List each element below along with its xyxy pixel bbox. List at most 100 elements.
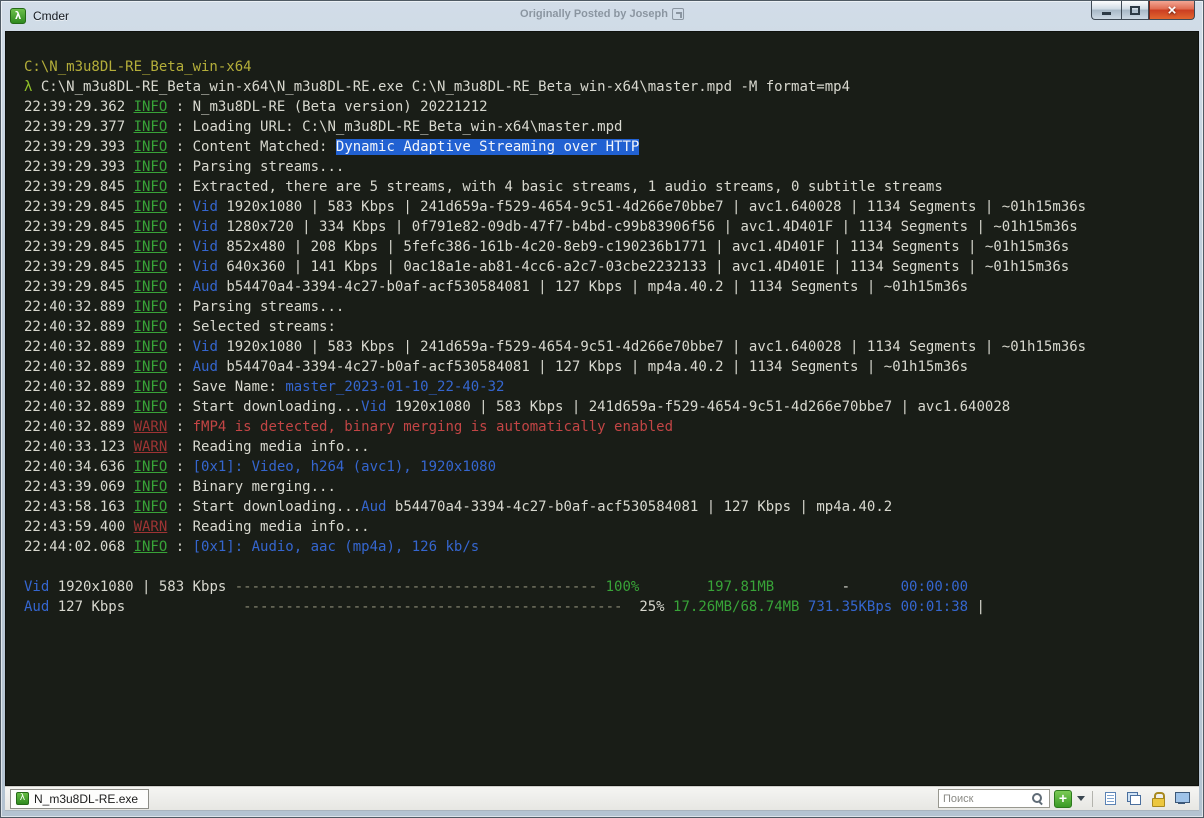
terminal-segment: 22:40:32.889 [24, 379, 134, 395]
terminal-segment: Parsing streams... [192, 299, 345, 315]
lock-icon [1152, 792, 1165, 807]
terminal-segment: master_2023-01-10_22-40-32 [285, 379, 505, 395]
view-post-icon [671, 8, 684, 20]
windows-mode-icon [1127, 792, 1141, 805]
terminal-segment: : [167, 479, 193, 495]
terminal-segment: | [968, 599, 985, 615]
terminal-segment: Vid [192, 199, 218, 215]
tabs-list-button[interactable] [1100, 789, 1120, 809]
terminal-segment: : [167, 239, 193, 255]
terminal-segment: INFO [133, 379, 168, 395]
new-console-button[interactable]: + [1054, 789, 1072, 808]
maximize-button[interactable] [1121, 1, 1149, 20]
terminal-segment: Aud [361, 499, 387, 515]
window-controls: × [1091, 1, 1195, 20]
terminal-line: Aud 127 Kbps ---------------------------… [24, 597, 1192, 617]
terminal-segment: Aud [24, 599, 50, 615]
terminal-line: 22:43:59.400 WARN : Reading media info..… [24, 517, 1192, 537]
terminal-segment: Vid [192, 219, 218, 235]
terminal-segment: 22:44:02.068 [24, 539, 134, 555]
terminal-segment: Vid [361, 399, 387, 415]
terminal-segment: : [167, 459, 193, 475]
terminal-segment: INFO [133, 279, 168, 295]
terminal-segment: 22:40:32.889 [24, 299, 134, 315]
terminal-line: λ C:\N_m3u8DL-RE_Beta_win-x64\N_m3u8DL-R… [24, 77, 1192, 97]
minimize-button[interactable] [1091, 1, 1121, 20]
search-icon[interactable] [1031, 792, 1044, 805]
terminal-line: 22:39:29.845 INFO : Vid 852x480 | 208 Kb… [24, 237, 1192, 257]
terminal-segment: INFO [133, 259, 168, 275]
terminal-segment: Start downloading... [192, 499, 362, 515]
terminal-segment: INFO [133, 319, 168, 335]
terminal-segment: 1920x1080 | 583 Kbps [49, 579, 235, 595]
terminal-segment: : [167, 499, 193, 515]
terminal-line: 22:44:02.068 INFO : [0x1]: Audio, aac (m… [24, 537, 1192, 557]
cmder-icon[interactable]: λ [10, 8, 26, 24]
terminal-segment: Vid [192, 339, 218, 355]
windows-mode-button[interactable] [1124, 789, 1144, 809]
terminal-segment: 22:39:29.845 [24, 219, 134, 235]
terminal-segment: C:\N_m3u8DL-RE_Beta_win-x64 [24, 59, 252, 75]
terminal-line: 22:40:34.636 INFO : [0x1]: Video, h264 (… [24, 457, 1192, 477]
terminal-segment: 640x360 | 141 Kbps | 0ac18a1e-ab81-4cc6-… [217, 259, 1070, 275]
terminal-segment: : [167, 199, 193, 215]
cmder-icon-glyph: λ [14, 9, 22, 22]
minimize-icon [1102, 11, 1111, 15]
lock-console-button[interactable] [1148, 789, 1168, 809]
close-button[interactable]: × [1149, 1, 1195, 20]
terminal-segment: 22:43:58.163 [24, 499, 134, 515]
terminal-segment: : [167, 359, 193, 375]
terminal-segment: : [167, 159, 193, 175]
terminal-segment: 197.81MB [639, 579, 775, 595]
monitor-button[interactable] [1172, 789, 1192, 809]
titlebar[interactable]: λ Cmder Originally Posted by Joseph × [1, 1, 1203, 31]
terminal-segment: ----------------------------------------… [243, 599, 623, 615]
terminal-segment: Aud [192, 359, 218, 375]
terminal-line: 22:40:32.889 INFO : Save Name: master_20… [24, 377, 1192, 397]
terminal-segment: 00:00:00 [850, 579, 969, 595]
terminal-segment: 22:39:29.377 [24, 119, 134, 135]
terminal-segment: : [167, 439, 193, 455]
terminal-segment: b54470a4-3394-4c27-b0af-acf530584081 | 1… [386, 499, 893, 515]
terminal-segment: 22:40:32.889 [24, 339, 134, 355]
console-tab[interactable]: λ N_m3u8DL-RE.exe [10, 788, 150, 809]
terminal-segment: 22:39:29.845 [24, 179, 134, 195]
terminal-line: 22:39:29.393 INFO : Parsing streams... [24, 157, 1192, 177]
terminal-segment: INFO [133, 99, 168, 115]
terminal-segment: Vid [192, 239, 218, 255]
terminal-segment: 25% [622, 599, 665, 615]
window-title: Cmder [33, 9, 70, 23]
terminal-segment: Reading media info... [192, 439, 370, 455]
terminal-segment: 100% [597, 579, 640, 595]
terminal-line: 22:40:32.889 INFO : Aud b54470a4-3394-4c… [24, 357, 1192, 377]
search-input[interactable] [939, 791, 1031, 806]
terminal-segment: 22:39:29.845 [24, 279, 134, 295]
terminal-output[interactable]: C:\N_m3u8DL-RE_Beta_win-x64 λ C:\N_m3u8DL… [5, 31, 1199, 786]
terminal-line [24, 557, 1192, 577]
terminal-line: 22:40:33.123 WARN : Reading media info..… [24, 437, 1192, 457]
terminal-segment: 22:43:39.069 [24, 479, 134, 495]
tabs-list-icon [1104, 792, 1116, 805]
cmder-window: λ Cmder Originally Posted by Joseph × C:… [0, 0, 1204, 818]
terminal-segment: 852x480 | 208 Kbps | 5fefc386-161b-4c20-… [217, 239, 1070, 255]
terminal-segment [24, 559, 32, 575]
terminal-line: 22:39:29.845 INFO : Vid 1280x720 | 334 K… [24, 217, 1192, 237]
terminal-segment: b54470a4-3394-4c27-b0af-acf530584081 | 1… [217, 279, 969, 295]
terminal-segment: : [167, 379, 193, 395]
terminal-line: 22:39:29.845 INFO : Vid 640x360 | 141 Kb… [24, 257, 1192, 277]
new-console-dropdown-icon[interactable] [1077, 796, 1085, 801]
terminal-segment: b54470a4-3394-4c27-b0af-acf530584081 | 1… [217, 359, 969, 375]
terminal-segment: INFO [133, 159, 168, 175]
terminal-line: 22:43:39.069 INFO : Binary merging... [24, 477, 1192, 497]
terminal-segment: 22:39:29.845 [24, 239, 134, 255]
terminal-segment: ----------------------------------------… [234, 579, 598, 595]
console-tab-label: N_m3u8DL-RE.exe [34, 791, 139, 806]
terminal-segment: INFO [133, 499, 168, 515]
terminal-segment: INFO [133, 399, 168, 415]
terminal-segment: Binary merging... [192, 479, 336, 495]
terminal-segment: 731.35KBps [799, 599, 893, 615]
terminal-segment: : [167, 299, 193, 315]
terminal-segment: INFO [133, 339, 168, 355]
toolbar-separator [1092, 790, 1093, 807]
terminal-line: 22:40:32.889 WARN : fMP4 is detected, bi… [24, 417, 1192, 437]
